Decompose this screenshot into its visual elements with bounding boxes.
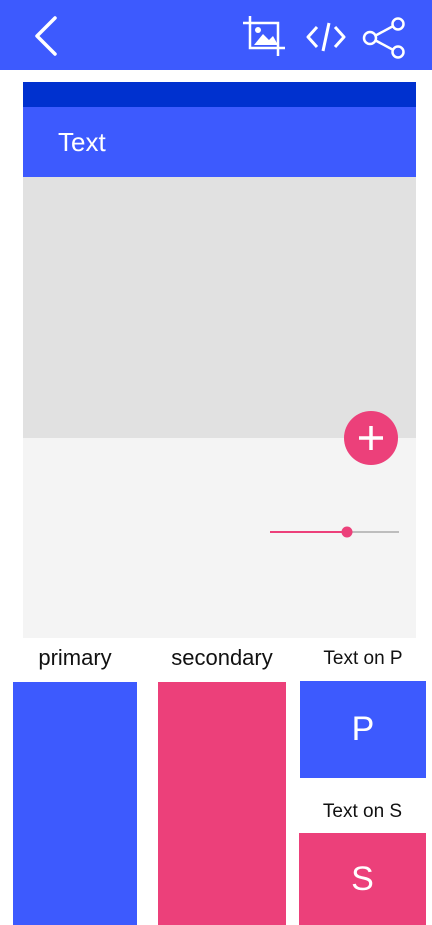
preview-app-bar: Text [23, 107, 416, 177]
text-on-primary-swatch[interactable]: P [300, 681, 426, 778]
secondary-label: secondary [171, 645, 273, 670]
share-icon [362, 17, 405, 59]
share-button[interactable] [360, 16, 408, 60]
preview-content-area [23, 177, 416, 438]
preview-slider[interactable] [270, 524, 399, 540]
text-on-secondary-swatch[interactable]: S [299, 833, 426, 925]
back-arrow-icon [35, 16, 57, 56]
secondary-color-swatch[interactable] [158, 682, 286, 925]
crop-image-button[interactable] [241, 14, 287, 58]
back-button[interactable] [24, 12, 68, 60]
code-button[interactable] [305, 18, 347, 56]
plus-icon [359, 426, 383, 450]
primary-label: primary [38, 645, 112, 670]
preview-fab-button[interactable] [344, 411, 398, 465]
primary-color-swatch[interactable] [13, 682, 137, 925]
secondary-sample-text: S [351, 859, 374, 898]
preview-status-bar [23, 82, 416, 107]
slider-thumb[interactable] [341, 526, 353, 538]
text-on-primary-label: Text on P [323, 648, 403, 669]
text-on-secondary-label: Text on S [322, 801, 403, 822]
code-icon [306, 22, 346, 52]
primary-sample-text: P [351, 710, 375, 748]
preview-app-bar-title: Text [58, 127, 106, 157]
crop-image-icon [243, 16, 285, 56]
theme-preview: Text [23, 82, 416, 638]
top-toolbar [0, 0, 432, 70]
